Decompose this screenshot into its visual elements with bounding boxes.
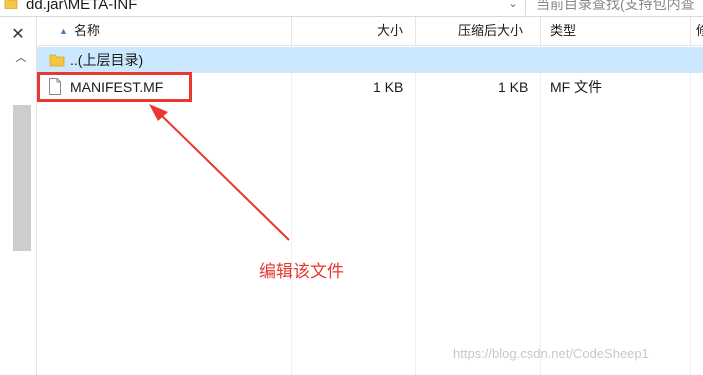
address-dropdown-icon[interactable]: ⌄	[505, 0, 521, 12]
top-strip: dd.jar\META-INF ⌄ 当前目录查找(支持包内查	[0, 0, 703, 17]
column-header-row: ▲ 名称 大小 压缩后大小 类型 修	[37, 17, 703, 46]
address-path: dd.jar\META-INF	[26, 0, 138, 13]
left-pane: ✕ ︿	[0, 17, 37, 375]
column-header-name[interactable]: 名称	[74, 17, 100, 45]
annotation-label: 编辑该文件	[259, 262, 344, 281]
search-input[interactable]: 当前目录查找(支持包内查	[530, 0, 703, 15]
column-header-extra[interactable]: 修	[696, 17, 703, 45]
highlight-box	[37, 72, 192, 102]
folder-icon	[4, 0, 18, 9]
column-header-type[interactable]: 类型	[550, 17, 576, 45]
file-size: 1 KB	[373, 79, 404, 95]
column-header-compressed-size[interactable]: 压缩后大小	[458, 17, 523, 45]
search-placeholder: 当前目录查找(支持包内查	[536, 0, 695, 12]
column-divider[interactable]	[690, 17, 691, 45]
scroll-up-icon[interactable]: ︿	[14, 51, 28, 65]
scrollbar-thumb[interactable]	[13, 105, 31, 251]
close-icon[interactable]: ✕	[9, 26, 27, 44]
address-bar[interactable]: dd.jar\META-INF	[0, 0, 526, 15]
column-divider[interactable]	[415, 17, 416, 45]
folder-icon	[49, 54, 65, 67]
watermark: https://blog.csdn.net/CodeSheep1	[453, 346, 649, 361]
column-divider[interactable]	[540, 17, 541, 45]
column-divider[interactable]	[291, 17, 292, 45]
file-compressed-size: 1 KB	[498, 79, 529, 95]
column-header-size[interactable]: 大小	[377, 17, 403, 45]
file-name: ..(上层目录)	[70, 52, 144, 68]
list-item-parent-directory[interactable]: ..(上层目录)	[37, 47, 703, 73]
sort-ascending-icon: ▲	[59, 26, 68, 36]
file-type: MF 文件	[550, 79, 603, 95]
